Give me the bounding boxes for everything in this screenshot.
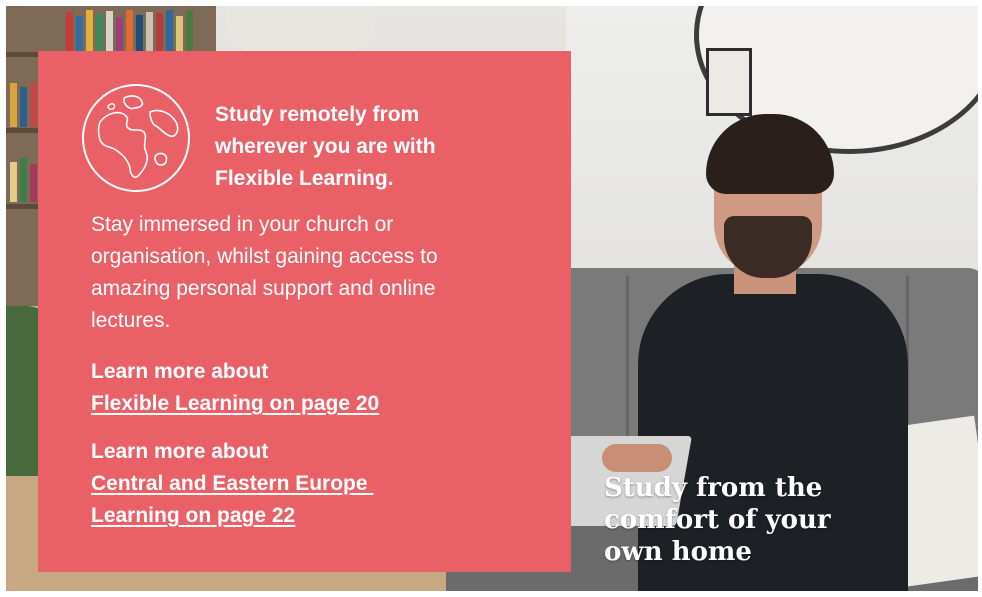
lamp-shade: [226, 6, 376, 56]
heading-line: wherever you are with: [215, 135, 436, 158]
person-hands: [602, 444, 672, 472]
info-panel: Study remotely from wherever you are wit…: [38, 51, 571, 572]
caption-line: comfort of your: [604, 505, 831, 535]
wall-picture: [706, 48, 752, 116]
link-line: Flexible Learning on page 20: [91, 392, 380, 415]
flexible-learning-link-block: Learn more about Flexible Learning on pa…: [91, 356, 551, 420]
globe-icon: [82, 84, 190, 192]
photo-caption: Study from the comfort of your own home: [604, 472, 884, 568]
content-frame: Study from the comfort of your own home …: [6, 6, 978, 591]
flexible-learning-link[interactable]: Flexible Learning on page 20: [91, 388, 551, 420]
panel-heading: Study remotely from wherever you are wit…: [215, 99, 545, 195]
panel-body-text: Stay immersed in your church or organisa…: [91, 209, 551, 337]
caption-line: own home: [604, 537, 752, 567]
body-line: Stay immersed in your church or: [91, 213, 394, 236]
body-line: lectures.: [91, 309, 171, 332]
link-intro: Learn more about: [91, 440, 269, 463]
heading-line: Flexible Learning.: [215, 167, 394, 190]
caption-line: Study from the: [604, 473, 823, 503]
link-line: Learning on page 22: [91, 504, 296, 527]
link-line: Central and Eastern Europe: [91, 472, 374, 495]
link-intro: Learn more about: [91, 360, 269, 383]
shelf-row: [6, 6, 216, 52]
heading-line: Study remotely from: [215, 103, 420, 126]
cee-learning-link[interactable]: Central and Eastern Europe Learning on p…: [91, 468, 551, 532]
cee-learning-link-block: Learn more about Central and Eastern Eur…: [91, 436, 551, 532]
body-line: amazing personal support and online: [91, 277, 436, 300]
body-line: organisation, whilst gaining access to: [91, 245, 438, 268]
